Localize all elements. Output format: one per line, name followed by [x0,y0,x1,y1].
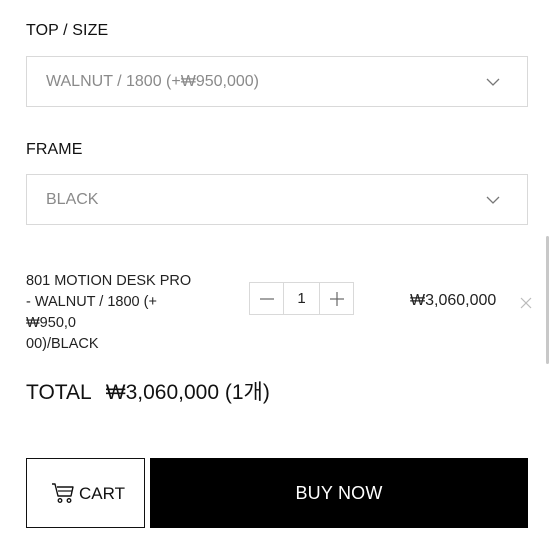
plus-icon [330,292,344,306]
item-name-line: - WALNUT / 1800 (+₩950,0 [26,294,157,331]
quantity-input[interactable]: 1 [283,282,320,315]
decrease-quantity-button[interactable] [249,282,284,315]
frame-select[interactable]: BLACK [26,174,528,225]
buy-now-button[interactable]: BUY NOW [150,458,528,528]
increase-quantity-button[interactable] [319,282,354,315]
cart-button[interactable]: CART [26,458,145,528]
total-label: TOTAL [26,381,92,404]
chevron-down-icon [485,74,501,90]
total-summary: TOTAL ₩3,060,000 (1개) [26,376,270,406]
scrollbar[interactable] [546,236,549,364]
top-size-label: TOP / SIZE [26,22,109,39]
cart-icon [51,481,75,510]
cart-button-label: CART [79,484,125,503]
frame-selected-value: BLACK [46,191,99,208]
item-price: ₩3,060,000 [410,292,497,309]
top-size-selected-value: WALNUT / 1800 (+₩950,000) [46,73,259,90]
quantity-stepper: 1 [249,282,354,315]
frame-label: FRAME [26,141,83,158]
total-amount: ₩3,060,000 (1개) [105,381,270,404]
item-name-line: 00)/BLACK [26,336,99,352]
item-name-line: 801 MOTION DESK PRO [26,273,192,289]
close-icon [520,297,532,309]
chevron-down-icon [485,192,501,208]
minus-icon [260,298,274,300]
top-size-select[interactable]: WALNUT / 1800 (+₩950,000) [26,56,528,107]
remove-item-button[interactable] [519,296,533,310]
selected-item-name: 801 MOTION DESK PRO - WALNUT / 1800 (+₩9… [26,271,206,355]
